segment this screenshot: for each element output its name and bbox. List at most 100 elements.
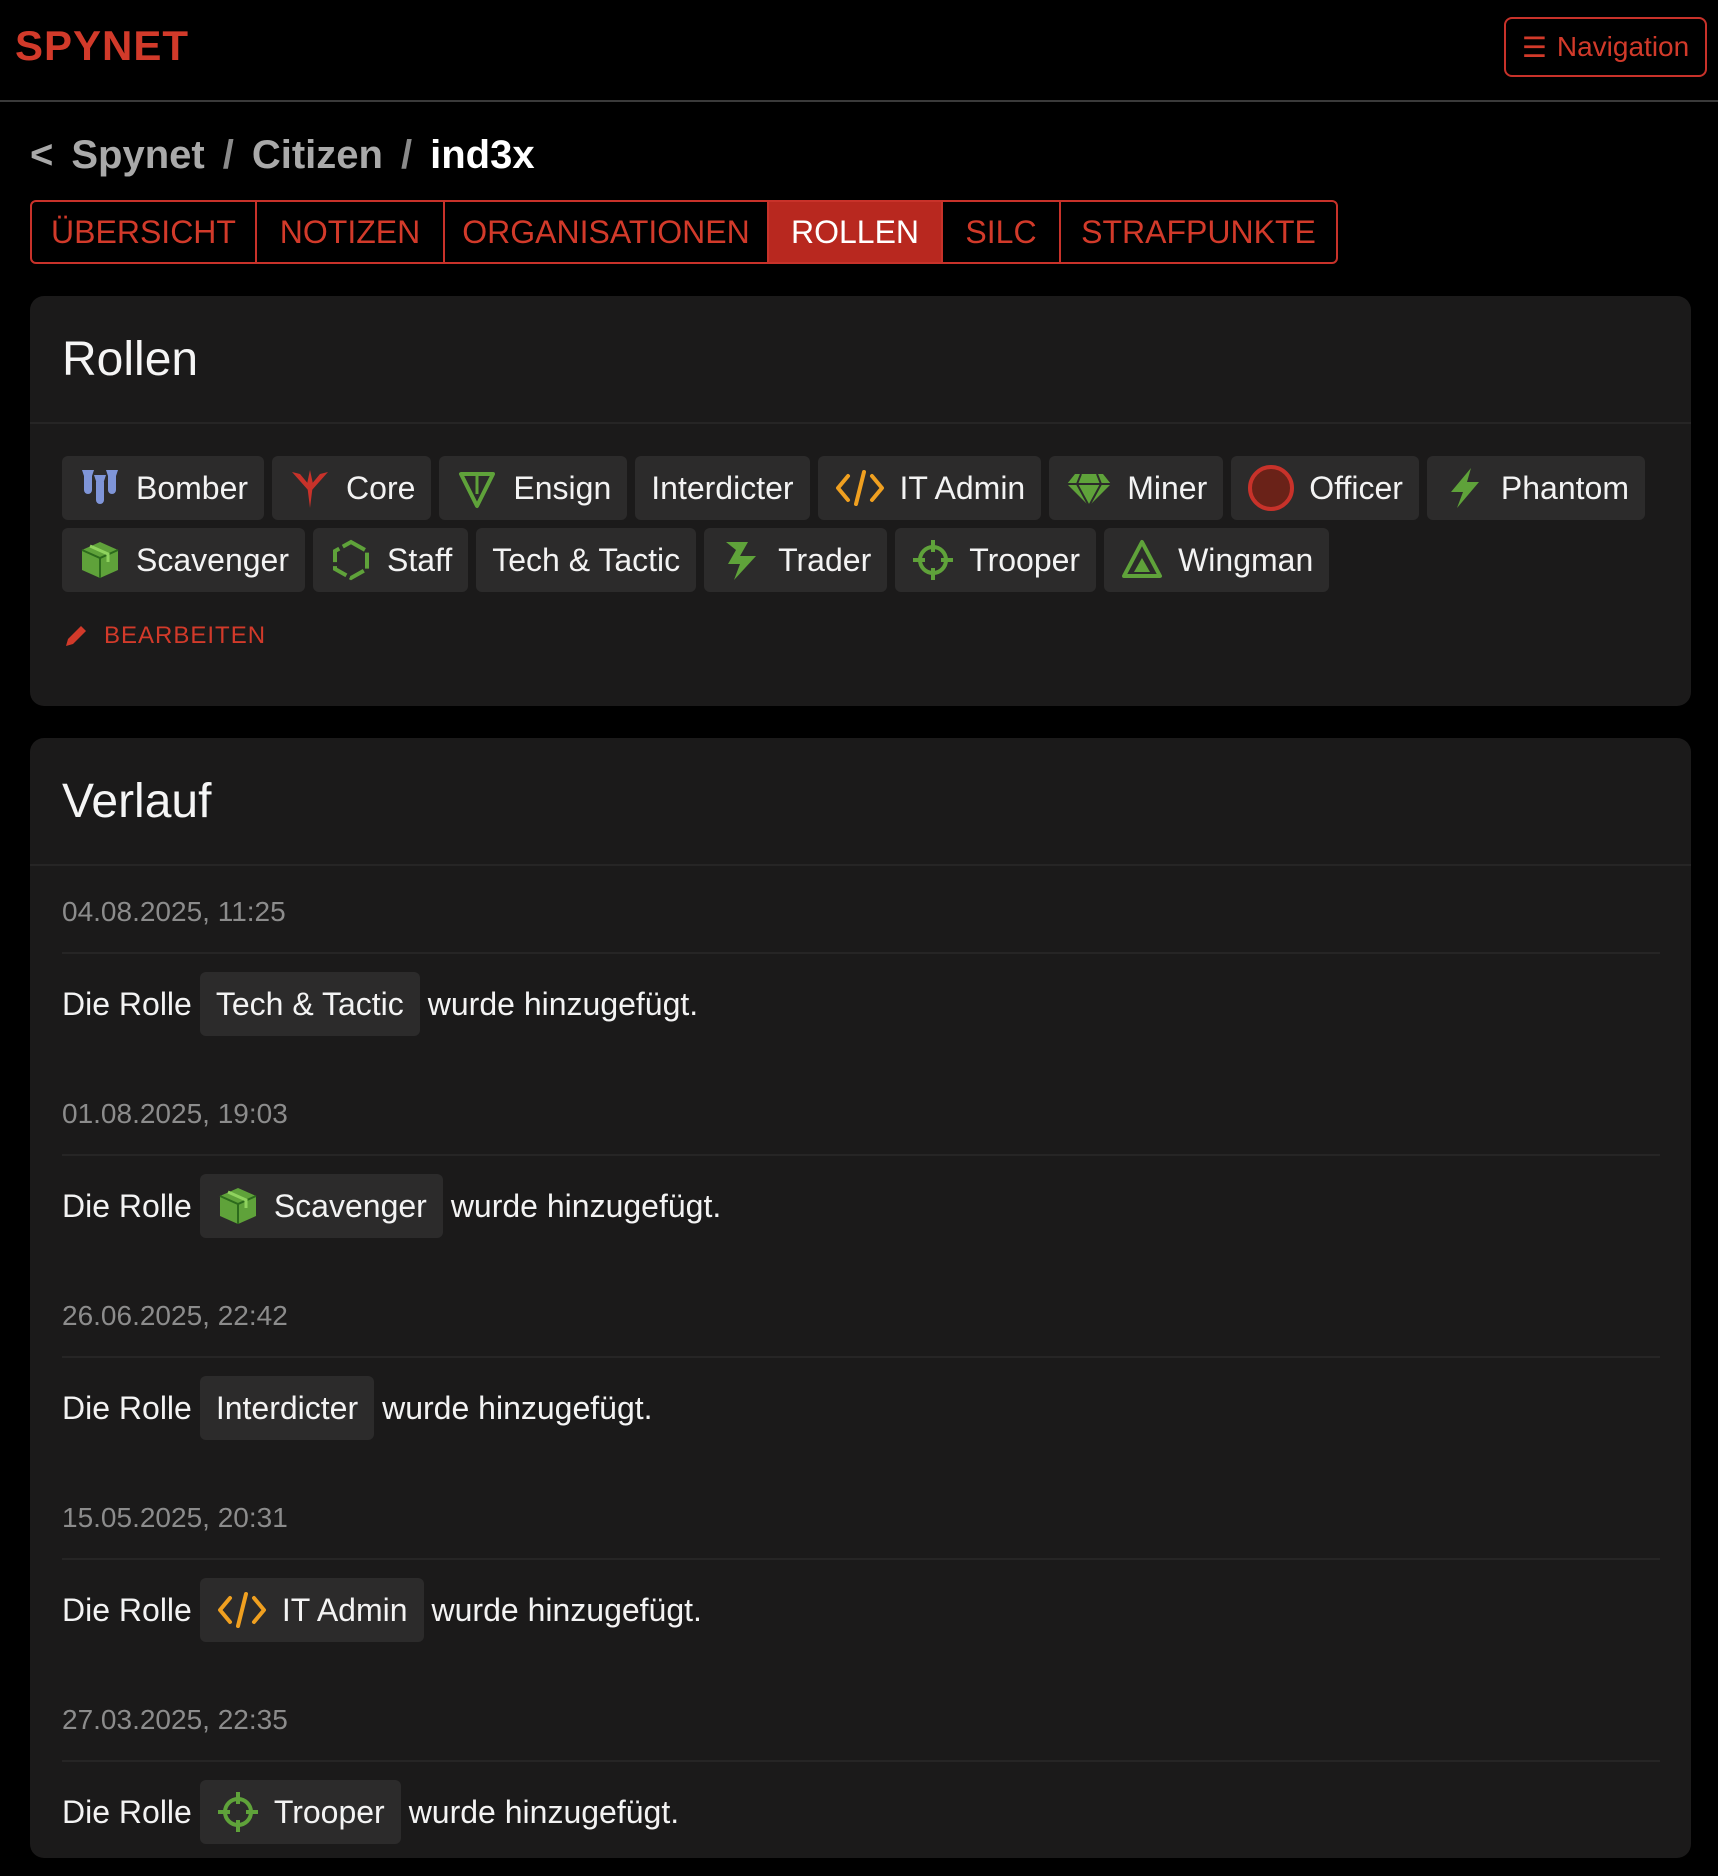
crosshair-icon	[913, 540, 954, 580]
entry-text: Die Rolle IT Admin wurde hinzugefügt.	[62, 1578, 702, 1642]
role-label: Wingman	[1178, 541, 1314, 578]
divider	[62, 952, 1660, 954]
tab-bar: ÜBERSICHT NOTIZEN ORGANISATIONEN ROLLEN …	[30, 200, 1338, 264]
role-label: Phantom	[1500, 469, 1629, 506]
role-badge-phantom: Phantom	[1426, 456, 1645, 520]
role-label: Trooper	[969, 541, 1081, 578]
role-badge-ensign: Ensign	[439, 456, 628, 520]
triangle-up-icon	[1122, 540, 1163, 578]
entry-suffix: wurde hinzugefügt.	[408, 1793, 680, 1830]
role-badge-officer: Officer	[1231, 456, 1419, 520]
entry-suffix: wurde hinzugefügt.	[431, 1591, 702, 1628]
role-badge-interdicter: Interdicter	[199, 1376, 375, 1440]
breadcrumb-separator: /	[222, 133, 234, 177]
entry-suffix: wurde hinzugefügt.	[450, 1187, 722, 1224]
breadcrumb-current: ind3x	[430, 133, 535, 177]
entry-text: Die Rolle Tech & Tactic wurde hinzugefüg…	[62, 972, 698, 1036]
tab-organisationen[interactable]: ORGANISATIONEN	[445, 202, 769, 262]
role-label: IT Admin	[899, 469, 1026, 506]
entry-date: 26.06.2025, 22:42	[62, 1300, 288, 1331]
role-label: Scavenger	[136, 541, 289, 578]
role-label: Tech & Tactic	[492, 541, 681, 578]
roles-card-title: Rollen	[30, 296, 1691, 424]
breadcrumb: < Spynet / Citizen / ind3x	[30, 133, 535, 178]
breadcrumb-back-icon[interactable]: <	[30, 133, 53, 178]
roles-card: Rollen Bomber Core Ensign Interdicter IT…	[30, 296, 1691, 706]
breadcrumb-separator: /	[400, 133, 413, 177]
role-badge-tech-tactic: Tech & Tactic	[476, 528, 697, 592]
role-badge-miner: Miner	[1049, 456, 1224, 520]
role-badge-core: Core	[272, 456, 432, 520]
hexagon-icon	[332, 539, 369, 581]
role-badge-bomber: Bomber	[62, 456, 265, 520]
code-brackets-icon	[217, 1592, 266, 1628]
divider	[62, 1558, 1660, 1560]
top-navbar: SPYNET ☰ Navigation	[0, 0, 1718, 102]
brand-logo[interactable]: SPYNET	[15, 22, 189, 70]
edit-roles-link[interactable]: BEARBEITEN	[62, 622, 266, 650]
role-badge-trooper: Trooper	[199, 1780, 401, 1844]
role-badge-wingman: Wingman	[1104, 528, 1330, 592]
role-label: Bomber	[136, 469, 249, 506]
tab-notizen[interactable]: NOTIZEN	[257, 202, 445, 262]
divider	[62, 1356, 1660, 1358]
entry-text: Die Rolle Scavenger wurde hinzugefügt.	[62, 1174, 721, 1238]
breadcrumb-spynet[interactable]: Spynet	[71, 133, 204, 178]
burger-menu-icon: ☰	[1521, 31, 1547, 63]
divider	[62, 1154, 1660, 1156]
history-entry: 27.03.2025, 22:35 Die Rolle Trooper wurd…	[62, 1674, 1660, 1876]
tab-rollen[interactable]: ROLLEN	[769, 202, 943, 262]
role-badge-trooper: Trooper	[895, 528, 1097, 592]
role-label: Ensign	[513, 469, 612, 506]
role-badge-it-admin: IT Admin	[199, 1578, 424, 1642]
history-entry: 26.06.2025, 22:42 Die Rolle Interdicter …	[62, 1270, 1660, 1472]
history-card: Verlauf 04.08.2025, 11:25 Die Rolle Tech…	[30, 738, 1691, 1858]
divider	[62, 1760, 1660, 1762]
role-label: Scavenger	[273, 1187, 427, 1224]
role-label: Tech & Tactic	[215, 985, 404, 1022]
entry-text: Die Rolle Trooper wurde hinzugefügt.	[62, 1780, 679, 1844]
entry-suffix: wurde hinzugefügt.	[427, 985, 699, 1022]
role-badge-trader: Trader	[704, 528, 888, 592]
history-list: 04.08.2025, 11:25 Die Rolle Tech & Tacti…	[62, 866, 1660, 1876]
history-card-title: Verlauf	[30, 738, 1691, 866]
role-badge-scavenger: Scavenger	[62, 528, 305, 592]
entry-suffix: wurde hinzugefügt.	[382, 1389, 653, 1426]
entry-date: 15.05.2025, 20:31	[62, 1502, 288, 1533]
role-label: Core	[346, 469, 416, 506]
entry-date: 01.08.2025, 19:03	[62, 1098, 288, 1129]
crate-icon	[219, 1188, 257, 1224]
history-entry: 15.05.2025, 20:31 Die Rolle IT Admin wur…	[62, 1472, 1660, 1674]
role-badge-list: Bomber Core Ensign Interdicter IT Admin …	[62, 456, 1662, 592]
entry-prefix: Die Rolle	[62, 985, 192, 1022]
role-label: Officer	[1309, 469, 1403, 506]
history-entry: 04.08.2025, 11:25 Die Rolle Tech & Tacti…	[62, 866, 1660, 1068]
entry-date: 27.03.2025, 22:35	[62, 1704, 288, 1735]
role-label: Staff	[386, 541, 453, 578]
role-label: Miner	[1127, 469, 1208, 506]
role-badge-staff: Staff	[312, 528, 469, 592]
role-badge-tech-tactic: Tech & Tactic	[199, 972, 420, 1036]
entry-prefix: Die Rolle	[62, 1591, 192, 1628]
tab-uebersicht[interactable]: ÜBERSICHT	[32, 202, 257, 262]
trader-bolt-icon	[726, 542, 757, 580]
core-spike-icon	[292, 470, 329, 508]
pencil-icon	[66, 626, 86, 646]
red-circle-icon	[1248, 465, 1295, 511]
tab-strafpunkte[interactable]: STRAFPUNKTE	[1061, 202, 1336, 262]
role-badge-scavenger: Scavenger	[199, 1174, 443, 1238]
entry-prefix: Die Rolle	[62, 1389, 192, 1426]
entry-date: 04.08.2025, 11:25	[62, 896, 286, 927]
entry-prefix: Die Rolle	[62, 1793, 192, 1830]
breadcrumb-citizen[interactable]: Citizen	[252, 133, 383, 178]
triangle-down-icon	[459, 472, 496, 508]
tab-silc[interactable]: SILC	[943, 202, 1061, 262]
lightning-icon	[1450, 468, 1479, 508]
role-badge-it-admin: IT Admin	[817, 456, 1042, 520]
entry-prefix: Die Rolle	[62, 1187, 192, 1224]
edit-label: BEARBEITEN	[104, 622, 267, 649]
role-badge-interdicter: Interdicter	[635, 456, 810, 520]
role-label: Trooper	[273, 1793, 385, 1830]
bomb-cluster-icon	[82, 470, 118, 504]
navigation-button[interactable]: ☰ Navigation	[1504, 17, 1707, 77]
